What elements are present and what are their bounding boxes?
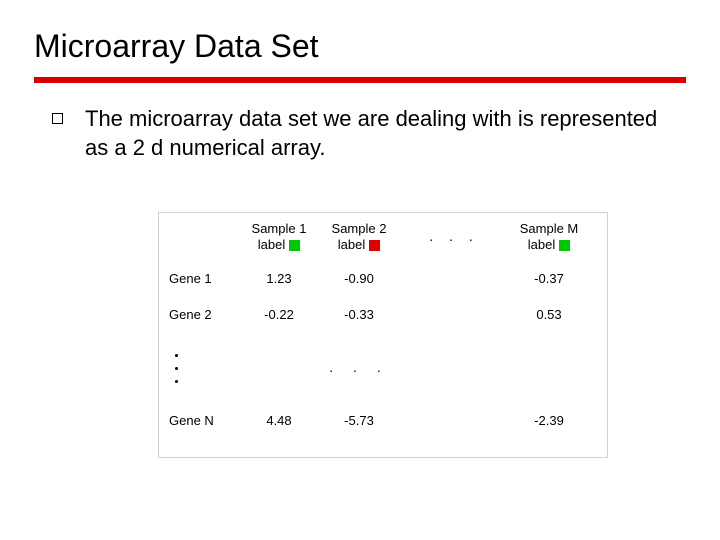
slide: Microarray Data Set The microarray data … [0, 0, 720, 540]
corner-cell [159, 213, 239, 261]
cell-rncm: -2.39 [509, 403, 589, 439]
cell-r2c2: -0.33 [319, 297, 399, 333]
cell-vellipsis-cm [509, 333, 589, 403]
cell-vellipsis-c1 [239, 333, 319, 403]
swatch-red-icon [369, 240, 380, 251]
col-header-label-text: label [258, 238, 285, 252]
cell-r1cm: -0.37 [509, 261, 589, 297]
col-header-name: Sample 2 [332, 222, 387, 236]
col-header-sample-2: Sample 2 label [319, 213, 399, 261]
page-title: Microarray Data Set [34, 28, 686, 65]
square-bullet-icon [52, 113, 63, 124]
row-label-vellipsis [159, 333, 239, 403]
row-label-gene-2: Gene 2 [159, 297, 239, 333]
body-row: The microarray data set we are dealing w… [34, 105, 686, 162]
cell-r1c2: -0.90 [319, 261, 399, 297]
col-header-sample-m: Sample M label [509, 213, 589, 261]
swatch-green-icon [559, 240, 570, 251]
cell-r1-ellipsis [399, 261, 509, 297]
row-label-gene-n: Gene N [159, 403, 239, 439]
col-header-ellipsis: . . . [399, 213, 509, 261]
col-header-label-text: label [528, 238, 555, 252]
cell-vellipsis-c3 [399, 333, 509, 403]
col-header-sample-1: Sample 1 label [239, 213, 319, 261]
col-header-name: Sample 1 [252, 222, 307, 236]
cell-center-ellipsis: . . . [319, 333, 399, 403]
col-header-label-text: label [338, 238, 365, 252]
cell-rn-ellipsis [399, 403, 509, 439]
data-grid: Sample 1 label Sample 2 label . . . Samp… [159, 213, 607, 457]
cell-r2cm: 0.53 [509, 297, 589, 333]
body-text: The microarray data set we are dealing w… [85, 105, 686, 162]
cell-rnc1: 4.48 [239, 403, 319, 439]
row-label-gene-1: Gene 1 [159, 261, 239, 297]
cell-r2c1: -0.22 [239, 297, 319, 333]
cell-r2-ellipsis [399, 297, 509, 333]
cell-rnc2: -5.73 [319, 403, 399, 439]
cell-r1c1: 1.23 [239, 261, 319, 297]
swatch-green-icon [289, 240, 300, 251]
title-rule [34, 77, 686, 83]
data-table-figure: Sample 1 label Sample 2 label . . . Samp… [158, 212, 608, 458]
col-header-name: Sample M [520, 222, 579, 236]
